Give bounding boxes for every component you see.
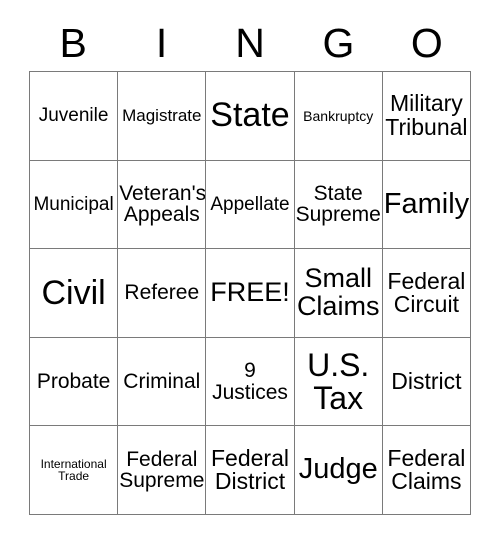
bingo-cell-b4[interactable]: Probate <box>30 337 119 427</box>
bingo-cell-label: U.S. Tax <box>307 346 370 416</box>
bingo-cell-label: Juvenile <box>38 105 109 127</box>
bingo-cell-label: Federal Circuit <box>387 267 466 317</box>
bingo-cell-label: State <box>210 96 290 135</box>
bingo-cell-i4[interactable]: Criminal <box>118 337 207 427</box>
bingo-cell-g5[interactable]: Judge <box>294 426 383 515</box>
bingo-cell-b3[interactable]: Civil <box>30 249 119 338</box>
header-letter-n: N <box>235 20 265 66</box>
bingo-card: B I N G O Juvenile Magistrate State Bank… <box>0 0 500 544</box>
bingo-cell-label: Magistrate <box>122 106 202 126</box>
header-letter-o: O <box>410 20 443 66</box>
bingo-cell-o5[interactable]: Federal Claims <box>382 426 471 515</box>
bingo-cell-b1[interactable]: Juvenile <box>30 72 119 161</box>
bingo-cell-label: Judge <box>298 453 378 486</box>
bingo-cell-i3[interactable]: Referee <box>118 249 207 338</box>
bingo-grid: Juvenile Magistrate State Bankruptcy Mil… <box>29 71 471 515</box>
bingo-cell-label: State Supreme <box>295 181 381 227</box>
bingo-cell-label: Probate <box>36 369 111 393</box>
bingo-cell-label: Federal Claims <box>387 444 466 495</box>
bingo-cell-i2[interactable]: Veteran's Appeals <box>118 160 207 250</box>
bingo-cell-label: Small Claims <box>296 263 380 321</box>
bingo-cell-g1[interactable]: Bankruptcy <box>294 72 383 161</box>
bingo-free-label: FREE! <box>210 277 290 308</box>
bingo-cell-label: 9 Justices <box>212 359 288 404</box>
bingo-cell-label: Municipal <box>33 193 114 215</box>
bingo-cell-o2[interactable]: Family <box>382 160 471 250</box>
bingo-cell-o4[interactable]: District <box>382 337 471 427</box>
bingo-cell-label: Military Tribunal <box>385 90 468 140</box>
bingo-cell-b5[interactable]: International Trade <box>30 426 119 515</box>
bingo-cell-label: Federal Supreme <box>119 447 205 493</box>
bingo-cell-label: Veteran's Appeals <box>119 181 207 227</box>
bingo-cell-label: Bankruptcy <box>303 107 374 124</box>
bingo-cell-n1[interactable]: State <box>206 72 295 161</box>
bingo-cell-label: District <box>391 367 462 394</box>
header-letter-b: B <box>59 20 87 66</box>
bingo-cell-b2[interactable]: Municipal <box>30 160 119 250</box>
bingo-cell-label: Federal District <box>211 444 289 495</box>
bingo-cell-label: Criminal <box>123 369 201 393</box>
bingo-header: B I N G O <box>29 16 471 71</box>
bingo-cell-i1[interactable]: Magistrate <box>118 72 207 161</box>
bingo-cell-i5[interactable]: Federal Supreme <box>118 426 207 515</box>
header-letter-i: I <box>155 20 168 66</box>
bingo-cell-label: Appellate <box>210 193 290 215</box>
bingo-cell-g2[interactable]: State Supreme <box>294 160 383 250</box>
bingo-cell-label: Civil <box>41 273 106 312</box>
bingo-cell-n2[interactable]: Appellate <box>206 160 295 250</box>
bingo-cell-n4[interactable]: 9 Justices <box>206 337 295 427</box>
bingo-cell-o1[interactable]: Military Tribunal <box>382 72 471 161</box>
bingo-cell-g3[interactable]: Small Claims <box>294 249 383 338</box>
bingo-cell-free-space[interactable]: FREE! <box>206 249 295 338</box>
bingo-cell-n5[interactable]: Federal District <box>206 426 295 515</box>
bingo-cell-o3[interactable]: Federal Circuit <box>382 249 471 338</box>
bingo-cell-label: Family <box>383 187 470 220</box>
bingo-cell-g4[interactable]: U.S. Tax <box>294 337 383 427</box>
bingo-cell-label: International Trade <box>40 456 107 484</box>
header-letter-g: G <box>322 20 355 66</box>
bingo-cell-label: Referee <box>124 281 200 305</box>
